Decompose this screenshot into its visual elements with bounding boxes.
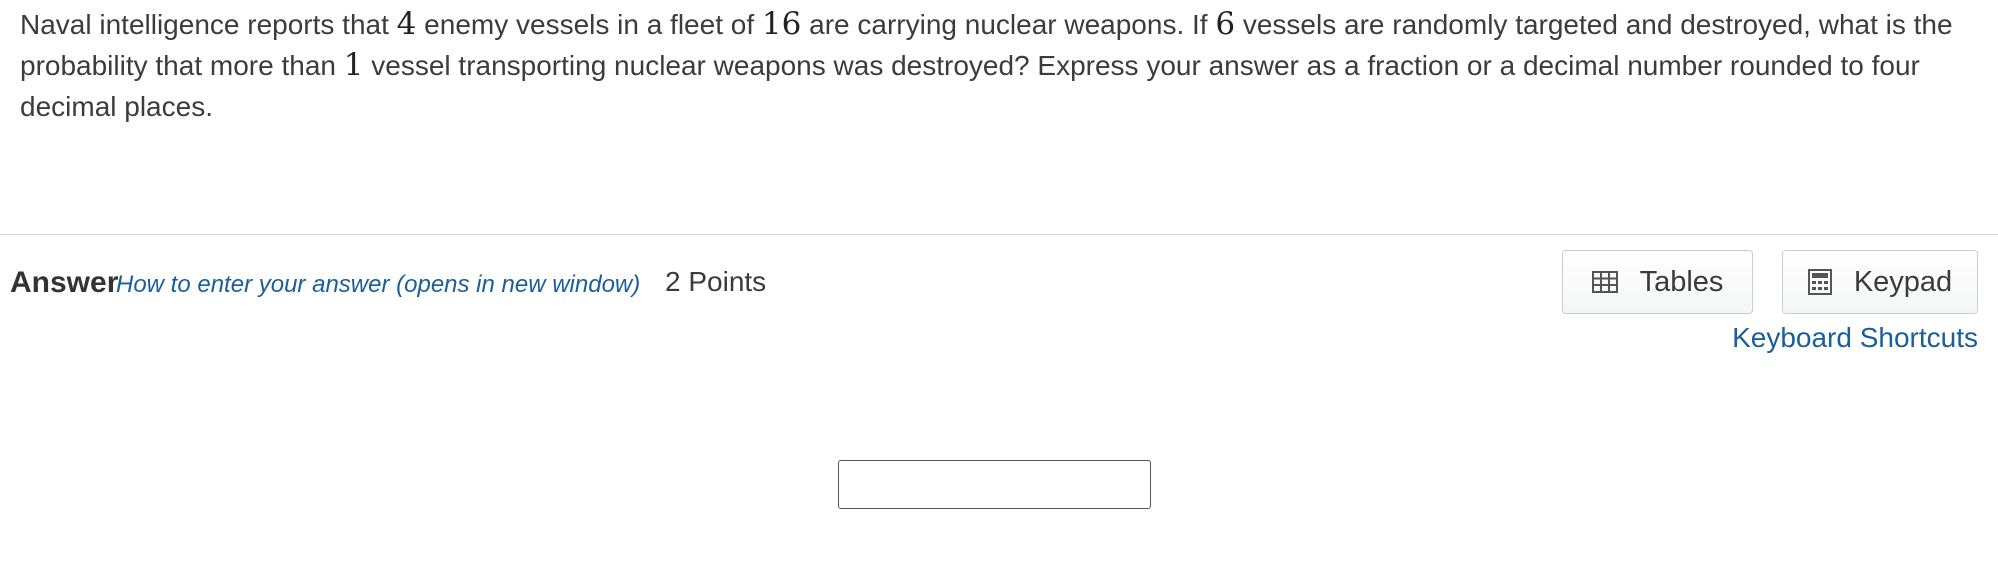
math-threshold: 1 xyxy=(343,47,364,83)
question-text: Naval intelligence reports that 4 enemy … xyxy=(20,4,1980,127)
tables-button[interactable]: Tables xyxy=(1562,250,1753,314)
tables-button-label: Tables xyxy=(1639,265,1724,298)
question-page: Naval intelligence reports that 4 enemy … xyxy=(0,0,1998,570)
math-fleet-size: 16 xyxy=(761,6,802,42)
question-part-2: enemy vessels in a fleet of xyxy=(416,9,762,40)
keypad-button-label: Keypad xyxy=(1853,265,1953,298)
answer-input[interactable] xyxy=(838,460,1151,509)
math-targeted-count: 6 xyxy=(1215,6,1236,42)
section-divider xyxy=(0,234,1998,235)
how-to-enter-answer-link[interactable]: How to enter your answer (opens in new w… xyxy=(116,271,640,299)
question-part-1: Naval intelligence reports that xyxy=(20,9,397,40)
points-value: 2 Points xyxy=(665,266,767,297)
calculator-icon xyxy=(1807,269,1832,295)
keyboard-shortcuts-link[interactable]: Keyboard Shortcuts xyxy=(1732,322,1978,354)
answer-label: Answer xyxy=(10,266,119,299)
table-icon xyxy=(1591,271,1618,293)
question-part-3: are carrying nuclear weapons. If xyxy=(801,9,1216,40)
keypad-button[interactable]: Keypad xyxy=(1782,250,1978,314)
math-nuclear-count: 4 xyxy=(396,6,417,42)
